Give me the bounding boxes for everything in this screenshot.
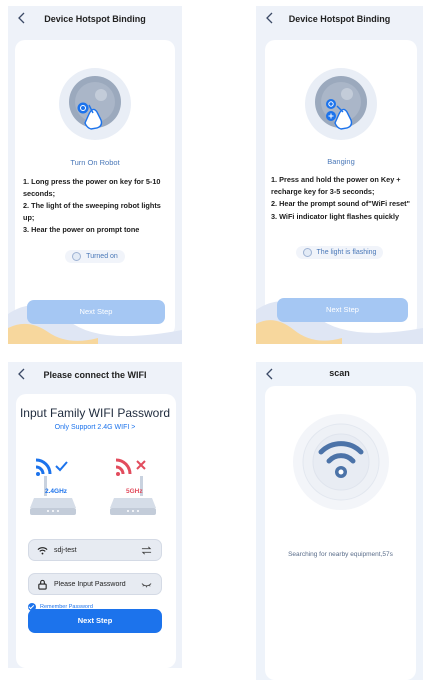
step-title: Turn On Robot bbox=[70, 158, 120, 167]
top-bar: Please connect the WIFI bbox=[8, 362, 182, 390]
next-step-button[interactable]: Next Step bbox=[28, 609, 162, 633]
turned-on-checkbox[interactable]: Turned on bbox=[65, 250, 125, 263]
page-title: Device Hotspot Binding bbox=[44, 14, 146, 24]
screen-turn-on-robot: Device Hotspot Binding Turn On Robot 1. … bbox=[8, 6, 182, 344]
checkbox-label: Turned on bbox=[86, 253, 118, 260]
instruction-list: 1. Long press the power on key for 5-10 … bbox=[23, 176, 169, 237]
password-input[interactable] bbox=[54, 580, 144, 588]
instruction-item: 2. The light of the sweeping robot light… bbox=[23, 201, 161, 222]
eye-closed-icon[interactable] bbox=[141, 579, 152, 590]
wifi-name-field[interactable]: sdj-test bbox=[28, 539, 162, 561]
next-step-button[interactable]: Next Step bbox=[277, 298, 408, 322]
switch-network-icon[interactable] bbox=[141, 545, 152, 556]
top-bar: Device Hotspot Binding bbox=[256, 6, 423, 34]
checkbox-label: The light is flashing bbox=[316, 249, 377, 256]
step-title: Banging bbox=[327, 157, 355, 166]
robot-power-illustration-icon bbox=[55, 64, 135, 144]
router-24ghz-ok-icon bbox=[30, 446, 80, 518]
light-flashing-checkbox[interactable]: The light is flashing bbox=[295, 246, 384, 259]
scan-status-text: Searching for nearby equipment,57s bbox=[288, 551, 393, 558]
screen-scan: scan Searching for nearby equipment,57s bbox=[256, 362, 423, 680]
confirm-row: The light is flashing bbox=[256, 246, 423, 259]
instruction-item: 1. Press and hold the power on Key + rec… bbox=[271, 175, 401, 196]
band-5ghz-label: 5GHz bbox=[126, 488, 143, 495]
screen-reset-robot: Device Hotspot Binding Banging 1. Press … bbox=[256, 6, 423, 344]
instruction-item: 3. WiFi indicator light flashes quickly bbox=[271, 211, 400, 221]
router-5ghz-not-supported-icon bbox=[110, 446, 160, 518]
password-field[interactable] bbox=[28, 573, 162, 595]
page-title: Please connect the WIFI bbox=[43, 370, 147, 380]
band-24ghz-label: 2.4GHz bbox=[45, 488, 68, 495]
radio-icon bbox=[72, 252, 82, 261]
next-step-button[interactable]: Next Step bbox=[27, 300, 165, 324]
lock-icon bbox=[38, 579, 47, 590]
instruction-item: 3. Hear the power on prompt tone bbox=[23, 225, 140, 234]
wifi-scan-radar-icon bbox=[291, 412, 391, 512]
content-card: Searching for nearby equipment,57s bbox=[265, 386, 416, 680]
page-title: Device Hotspot Binding bbox=[288, 14, 391, 24]
top-bar: Device Hotspot Binding bbox=[8, 6, 182, 34]
radio-icon bbox=[302, 248, 312, 257]
support-2g-link[interactable]: Only Support 2.4G WIFI > bbox=[8, 424, 182, 431]
wifi-heading: Input Family WIFI Password bbox=[19, 406, 171, 420]
robot-reset-illustration-icon bbox=[301, 64, 381, 144]
instruction-list: 1. Press and hold the power on Key + rec… bbox=[271, 174, 411, 223]
instruction-item: 1. Long press the power on key for 5-10 … bbox=[23, 177, 161, 198]
wifi-icon bbox=[37, 546, 48, 554]
wifi-name-value: sdj-test bbox=[54, 546, 77, 554]
confirm-row: Turned on bbox=[8, 250, 182, 263]
page-title: scan bbox=[329, 368, 350, 378]
instruction-item: 2. Hear the prompt sound of"WiFi reset" bbox=[271, 199, 411, 208]
screen-connect-wifi: Please connect the WIFI Input Family WIF… bbox=[8, 362, 182, 668]
